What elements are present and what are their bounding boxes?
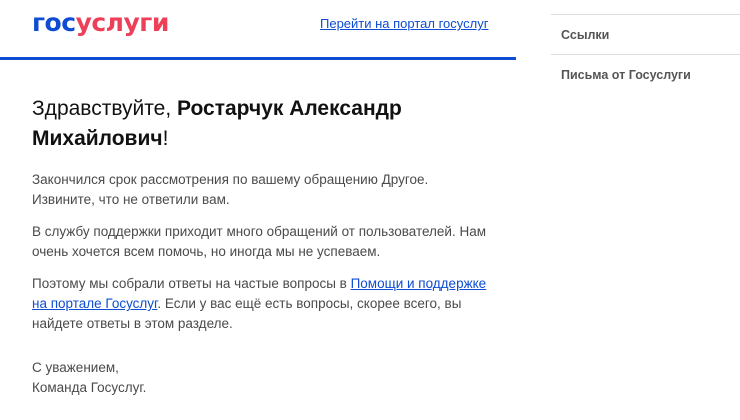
body-paragraph-2: В службу поддержки приходит много обраще… — [32, 224, 486, 259]
signature-line-2: Команда Госуслуг. — [32, 380, 147, 395]
logo-part-1: гос — [32, 8, 76, 37]
signature: С уважением, Команда Госуслуг. — [32, 358, 146, 398]
sidebar-item-gosuslugi-letters[interactable]: Письма от Госуслуги — [551, 54, 740, 94]
greeting-prefix: Здравствуйте, — [32, 97, 177, 120]
portal-link[interactable]: Перейти на портал госуслуг — [320, 16, 488, 31]
sidebar: Ссылки Письма от Госуслуги — [551, 14, 740, 94]
email-header: госуслуги Перейти на портал госуслуг — [0, 0, 516, 60]
logo-part-2: услуги — [75, 8, 170, 37]
sidebar-item-links[interactable]: Ссылки — [551, 14, 740, 54]
signature-line-1: С уважением, — [32, 360, 119, 375]
gosuslugi-logo[interactable]: госуслуги — [32, 8, 169, 37]
greeting: Здравствуйте, Ростарчук Александр Михайл… — [32, 94, 502, 154]
body-paragraph-3: Поэтому мы собрали ответы на частые вопр… — [32, 274, 492, 334]
email-body: Закончился срок рассмотрения по вашему о… — [32, 170, 492, 346]
body-paragraph-1: Закончился срок рассмотрения по вашему о… — [32, 172, 429, 207]
paragraph-3-before: Поэтому мы собрали ответы на частые вопр… — [32, 276, 351, 291]
greeting-suffix: ! — [162, 127, 169, 150]
email-content: госуслуги Перейти на портал госуслуг Здр… — [0, 0, 516, 420]
